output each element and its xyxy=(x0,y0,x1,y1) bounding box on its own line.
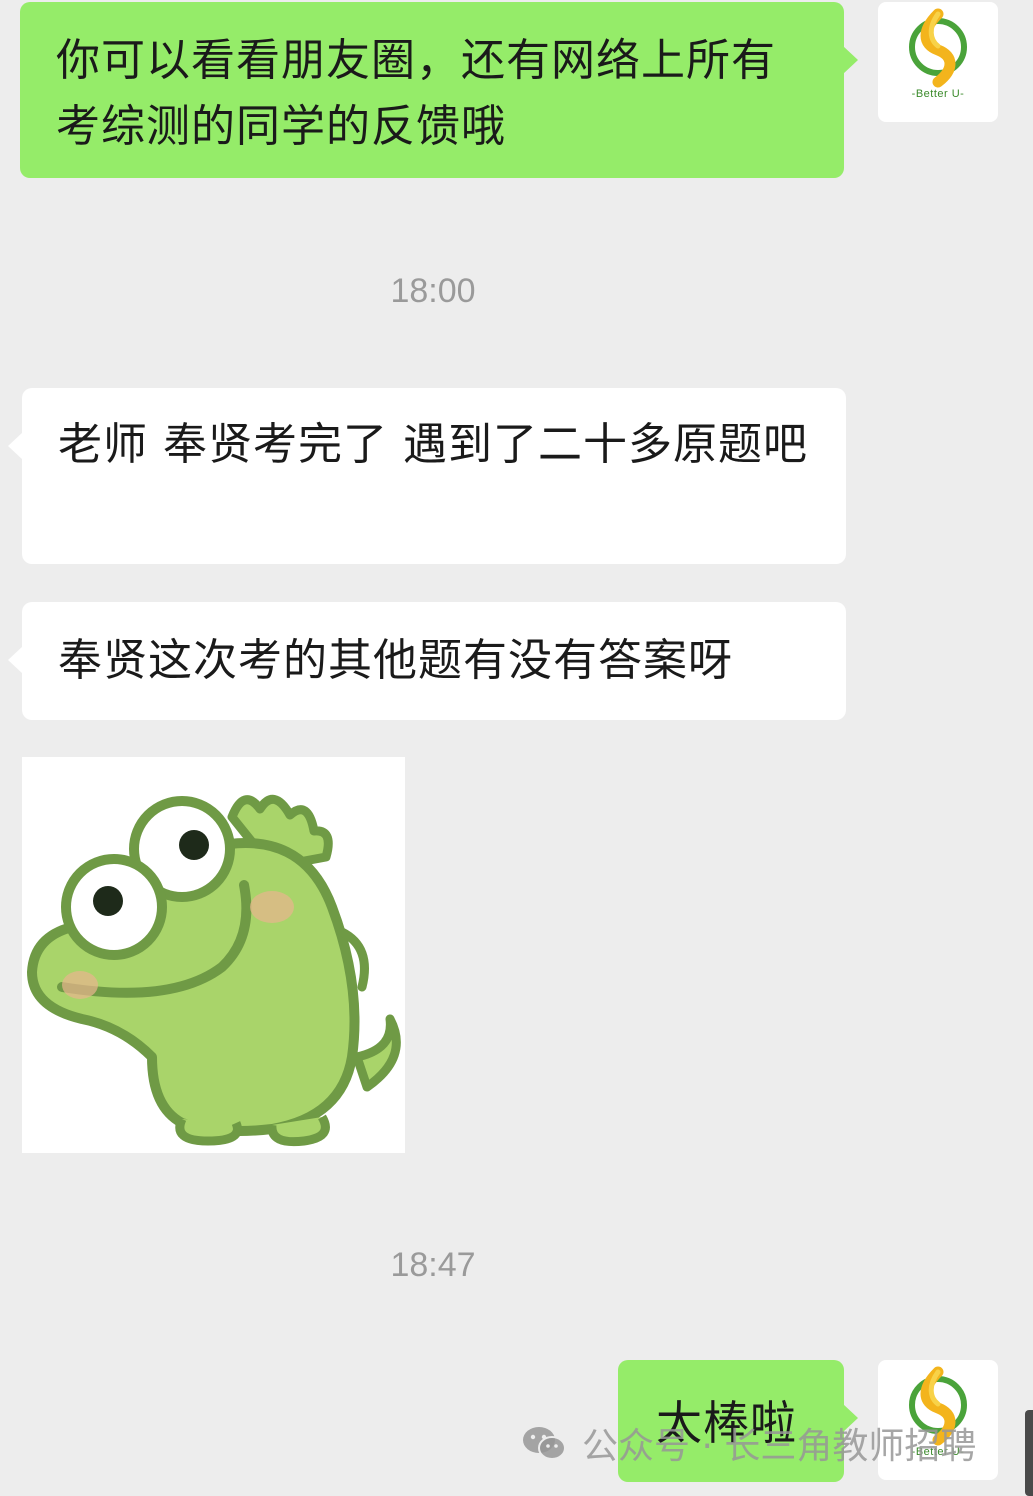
message-text: 你可以看看朋友圈，还有网络上所有考综测的同学的反馈哦 xyxy=(56,35,776,152)
timestamp: 18:47 xyxy=(390,1246,476,1284)
better-u-logo-icon xyxy=(909,8,967,88)
bubble-tail xyxy=(8,432,23,460)
message-bubble-outgoing[interactable]: 你可以看看朋友圈，还有网络上所有考综测的同学的反馈哦 xyxy=(20,2,858,178)
avatar[interactable]: -Better U- xyxy=(878,2,998,122)
timestamp: 18:00 xyxy=(390,272,476,310)
sticker-message[interactable] xyxy=(22,757,405,1153)
message-bubble-incoming[interactable]: 老师 奉贤考完了 遇到了二十多原题吧 xyxy=(8,388,846,564)
message-text: 奉贤这次考的其他题有没有答案呀 xyxy=(58,635,733,686)
message-bubble-incoming[interactable]: 奉贤这次考的其他题有没有答案呀 xyxy=(8,602,846,720)
avatar-brand-text: -Better U- xyxy=(911,88,965,100)
watermark-text: 公众号 · 长三角教师招聘 xyxy=(582,1426,977,1467)
bubble-tail xyxy=(843,46,858,74)
watermark: 公众号 · 长三角教师招聘 xyxy=(520,1418,976,1468)
scrollbar[interactable] xyxy=(1025,1410,1033,1496)
green-dinosaur-sticker-icon xyxy=(27,795,401,1147)
bubble-tail xyxy=(8,646,23,674)
message-text: 老师 奉贤考完了 遇到了二十多原题吧 xyxy=(58,419,808,470)
wechat-official-account-icon xyxy=(523,1427,566,1460)
